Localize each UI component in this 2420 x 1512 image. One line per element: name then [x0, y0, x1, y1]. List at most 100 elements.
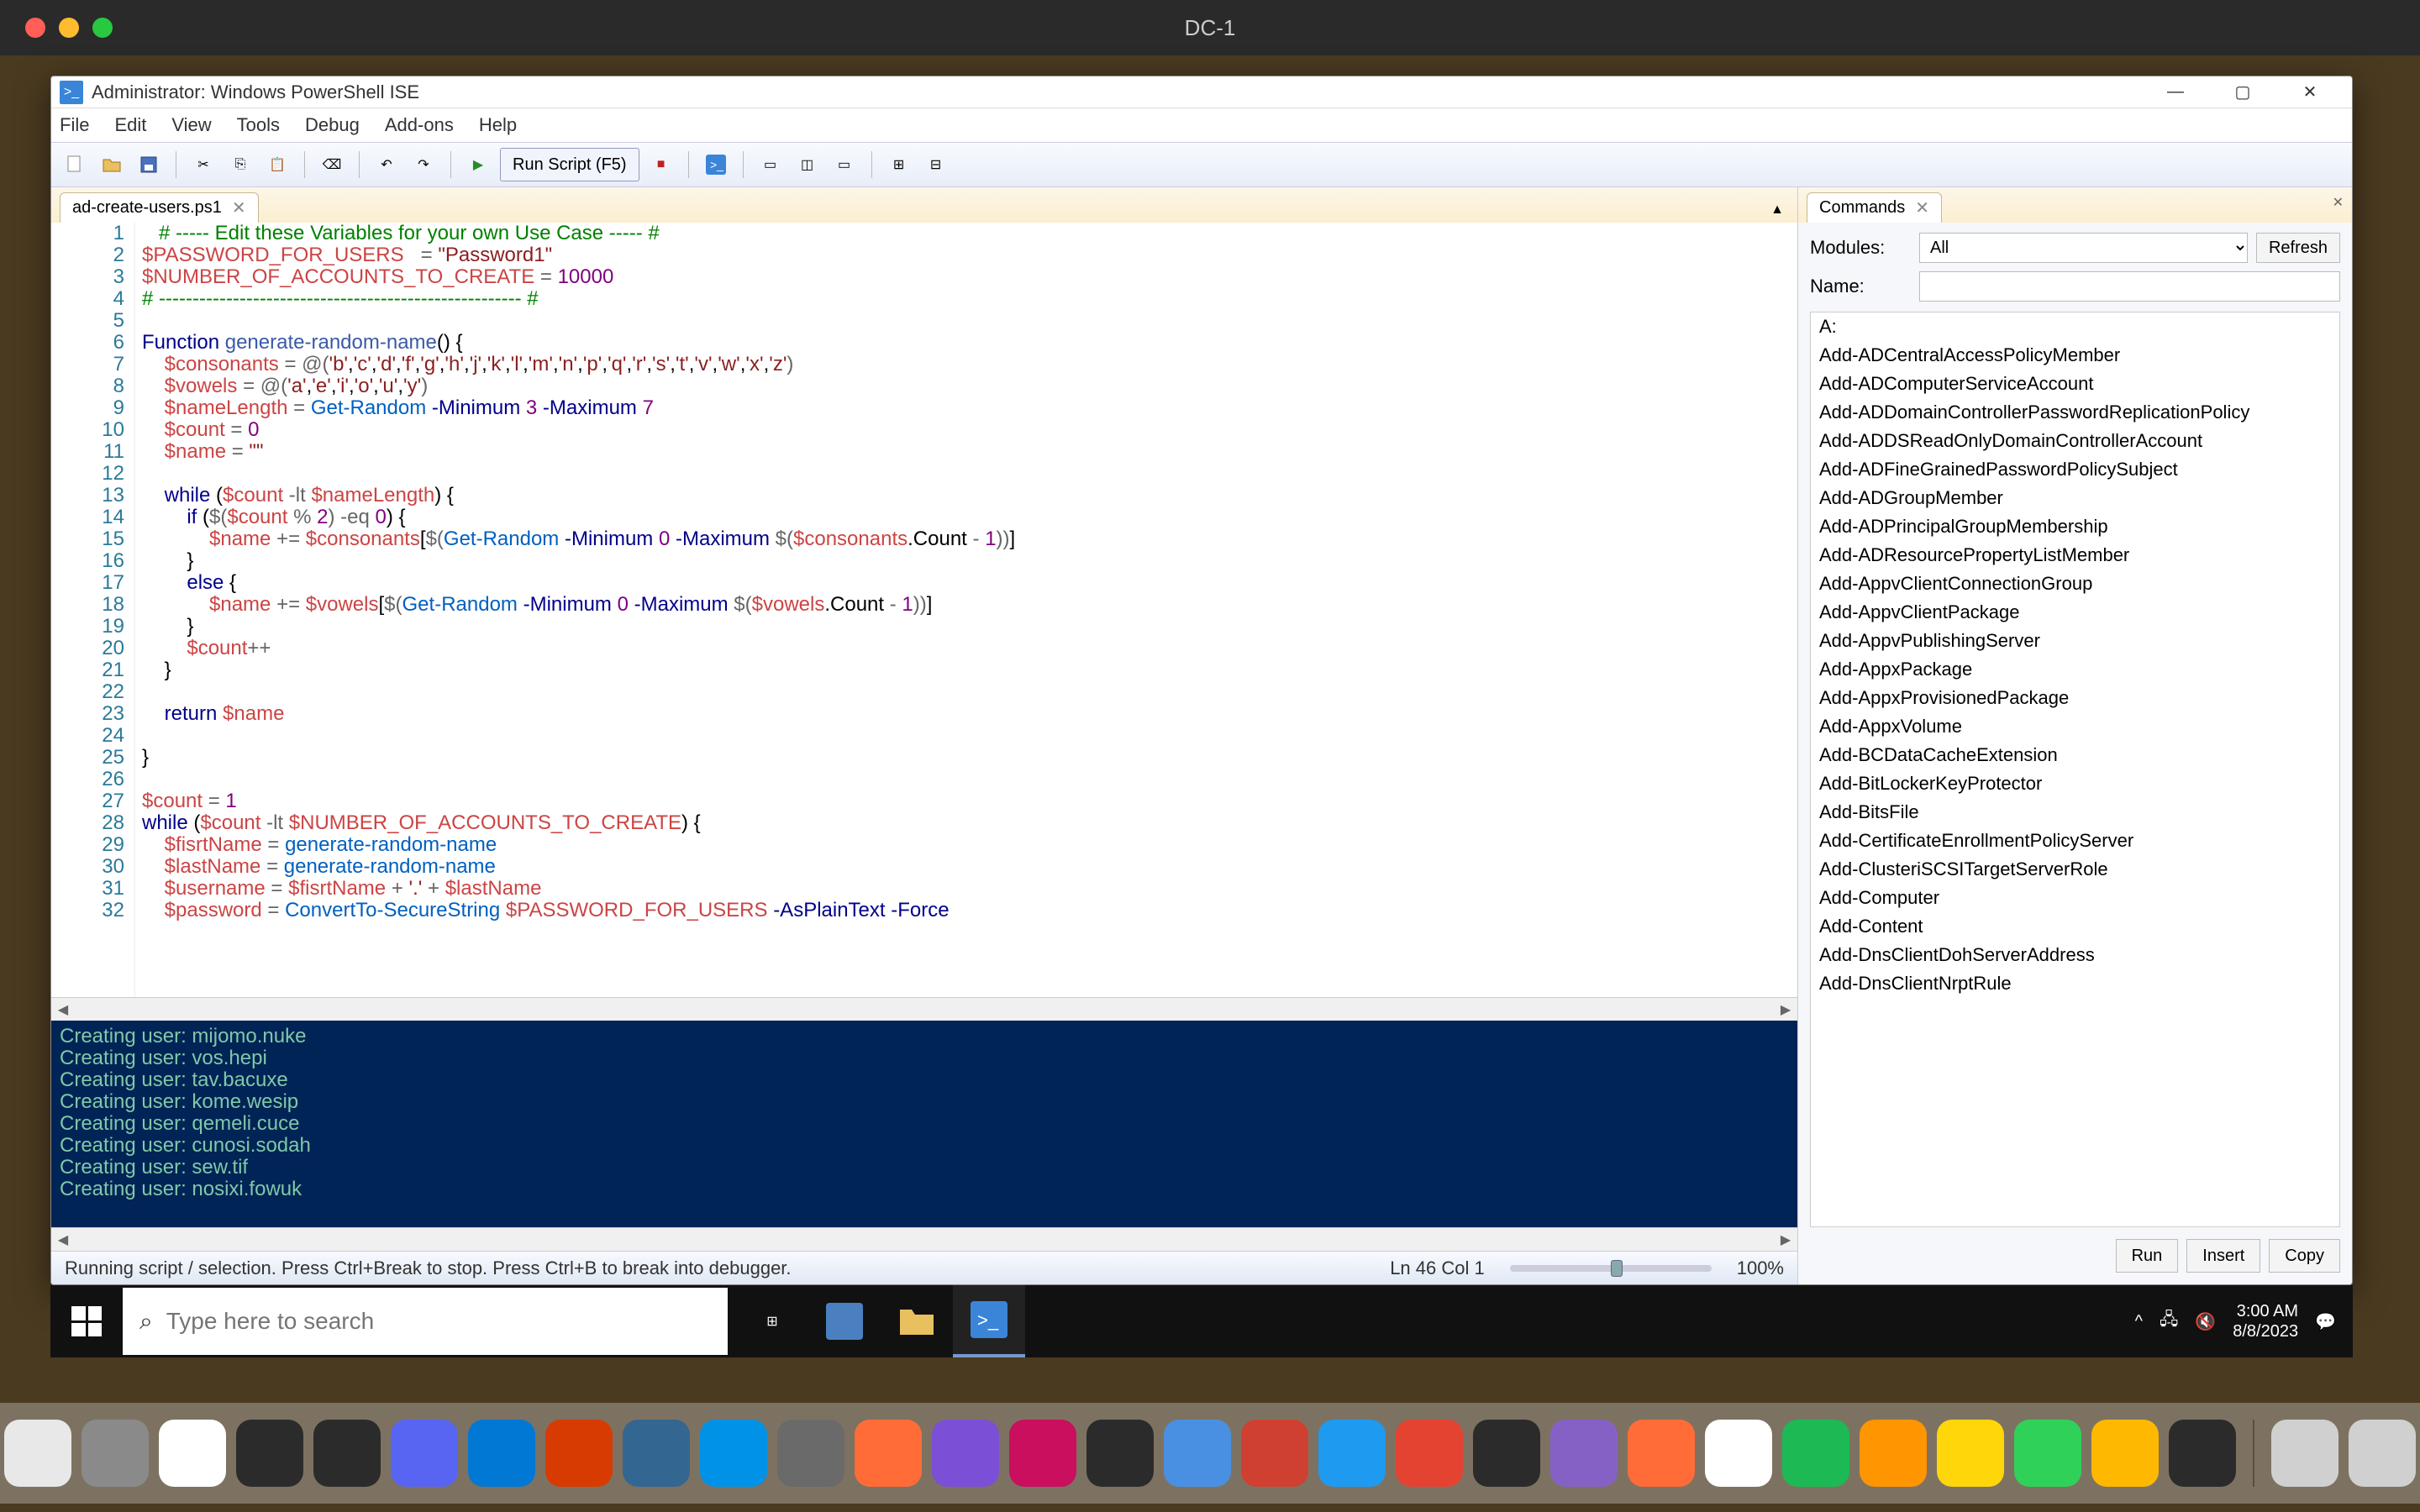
network-icon[interactable]: 🖧 — [2160, 1307, 2178, 1336]
show-addon-icon[interactable]: ⊟ — [921, 150, 951, 180]
editor-tab[interactable]: ad-create-users.ps1 ✕ — [60, 192, 259, 223]
mac-fullscreen-button[interactable] — [92, 18, 113, 38]
menu-help[interactable]: Help — [479, 114, 517, 136]
dock-notes-orange-icon[interactable] — [1860, 1420, 1927, 1487]
dock-visualstudio-icon[interactable] — [1550, 1420, 1618, 1487]
new-file-icon[interactable] — [60, 150, 90, 180]
mac-close-button[interactable] — [25, 18, 45, 38]
show-command-icon[interactable]: ⊞ — [884, 150, 914, 180]
command-list-item[interactable]: Add-Computer — [1811, 884, 2339, 912]
command-list-item[interactable]: Add-CertificateEnrollmentPolicyServer — [1811, 827, 2339, 855]
command-list-item[interactable]: Add-ADCentralAccessPolicyMember — [1811, 341, 2339, 370]
tray-chevron-icon[interactable]: ^ — [2135, 1312, 2143, 1331]
powershell-taskbar-icon[interactable]: >_ — [953, 1285, 1025, 1357]
dock-settings-icon[interactable] — [82, 1420, 149, 1487]
insert-command-button[interactable]: Insert — [2186, 1239, 2260, 1273]
open-file-icon[interactable] — [97, 150, 127, 180]
remote-ps-icon[interactable]: >_ — [701, 150, 731, 180]
maximize-button[interactable]: ▢ — [2209, 76, 2276, 108]
copy-command-button[interactable]: Copy — [2269, 1239, 2340, 1273]
dock-1password-icon[interactable] — [4, 1420, 71, 1487]
command-list-item[interactable]: Add-BitsFile — [1811, 798, 2339, 827]
command-list-item[interactable]: Add-ADFineGrainedPasswordPolicySubject — [1811, 455, 2339, 484]
scroll-up-icon[interactable]: ▲ — [1765, 197, 1789, 223]
dock-rectangle-icon[interactable] — [1164, 1420, 1231, 1487]
dock-remotedesktop-icon[interactable] — [1241, 1420, 1308, 1487]
dock-phpstorm-icon[interactable] — [932, 1420, 999, 1487]
explorer-icon[interactable] — [881, 1285, 953, 1357]
task-view-icon[interactable]: ⊞ — [736, 1285, 808, 1357]
command-list-item[interactable]: Add-DnsClientDohServerAddress — [1811, 941, 2339, 969]
panel-close-icon[interactable]: ✕ — [2333, 194, 2344, 211]
dock-terminal-icon[interactable] — [313, 1420, 381, 1487]
layout-3-icon[interactable]: ▭ — [829, 150, 860, 180]
dock-docker-icon[interactable] — [700, 1420, 767, 1487]
commands-tab[interactable]: Commands ✕ — [1807, 192, 1942, 223]
volume-icon[interactable]: 🔇 — [2195, 1311, 2216, 1332]
taskbar-search[interactable]: ⌕ — [123, 1288, 728, 1355]
command-list-item[interactable]: Add-ADDSReadOnlyDomainControllerAccount — [1811, 427, 2339, 455]
cut-icon[interactable]: ✂ — [188, 150, 218, 180]
command-list-item[interactable]: Add-AppvClientPackage — [1811, 598, 2339, 627]
dock-iterm-icon[interactable] — [2169, 1420, 2236, 1487]
dock-chrome-icon[interactable] — [159, 1420, 226, 1487]
command-list-item[interactable]: Add-ADPrincipalGroupMembership — [1811, 512, 2339, 541]
commands-list[interactable]: A:Add-ADCentralAccessPolicyMemberAdd-ADC… — [1810, 312, 2340, 1227]
redo-icon[interactable]: ↷ — [408, 150, 439, 180]
command-list-item[interactable]: Add-AppxVolume — [1811, 712, 2339, 741]
commands-tab-close-icon[interactable]: ✕ — [1915, 197, 1929, 218]
run-icon[interactable]: ▶ — [463, 150, 493, 180]
paste-icon[interactable]: 📋 — [262, 150, 292, 180]
command-list-item[interactable]: A: — [1811, 312, 2339, 341]
run-script-button[interactable]: Run Script (F5) — [500, 148, 639, 181]
minimize-button[interactable]: — — [2142, 76, 2209, 108]
dock-mamp-icon[interactable] — [777, 1420, 844, 1487]
command-list-item[interactable]: Add-ADGroupMember — [1811, 484, 2339, 512]
dock-downloads-icon[interactable] — [2271, 1420, 2338, 1487]
modules-select[interactable]: All — [1919, 233, 2248, 263]
system-tray[interactable]: ^ 🖧 🔇 3:00 AM 8/8/2023 💬 — [2118, 1301, 2353, 1341]
code-editor[interactable]: 1234567891011121314151617181920212223242… — [51, 223, 1797, 997]
command-list-item[interactable]: Add-ClusteriSCSITargetServerRole — [1811, 855, 2339, 884]
dock-office-icon[interactable] — [545, 1420, 613, 1487]
menu-debug[interactable]: Debug — [305, 114, 360, 136]
notifications-icon[interactable]: 💬 — [2315, 1311, 2336, 1332]
dock-rider-icon[interactable] — [1009, 1420, 1076, 1487]
layout-2-icon[interactable]: ◫ — [792, 150, 823, 180]
dock-messages-icon[interactable] — [2014, 1420, 2081, 1487]
menu-tools[interactable]: Tools — [237, 114, 280, 136]
menu-edit[interactable]: Edit — [114, 114, 146, 136]
tray-clock[interactable]: 3:00 AM 8/8/2023 — [2233, 1301, 2298, 1341]
command-list-item[interactable]: Add-AppxProvisionedPackage — [1811, 684, 2339, 712]
tab-close-icon[interactable]: ✕ — [232, 197, 246, 218]
console-hscrollbar[interactable]: ◀▶ — [51, 1227, 1797, 1251]
menu-addons[interactable]: Add-ons — [385, 114, 454, 136]
command-list-item[interactable]: Add-AppxPackage — [1811, 655, 2339, 684]
command-list-item[interactable]: Add-BCDataCacheExtension — [1811, 741, 2339, 769]
command-list-item[interactable]: Add-ADComputerServiceAccount — [1811, 370, 2339, 398]
dock-safari-icon[interactable] — [1318, 1420, 1386, 1487]
command-list-item[interactable]: Add-ADDomainControllerPasswordReplicatio… — [1811, 398, 2339, 427]
dock-postman2-icon[interactable] — [1628, 1420, 1695, 1487]
dock-postman-icon[interactable] — [855, 1420, 922, 1487]
dock-figma-icon[interactable] — [236, 1420, 303, 1487]
dock-obs-icon[interactable] — [1473, 1420, 1540, 1487]
dock-spotify-icon[interactable] — [1782, 1420, 1849, 1487]
dock-intellij-icon[interactable] — [1086, 1420, 1154, 1487]
command-list-item[interactable]: Add-AppvClientConnectionGroup — [1811, 570, 2339, 598]
server-manager-icon[interactable] — [808, 1285, 881, 1357]
dock-discord-icon[interactable] — [391, 1420, 458, 1487]
console-pane[interactable]: Creating user: mijomo.nukeCreating user:… — [51, 1021, 1797, 1227]
copy-icon[interactable]: ⎘ — [225, 150, 255, 180]
dock-todoist-icon[interactable] — [1396, 1420, 1463, 1487]
dock-documents-icon[interactable] — [2349, 1420, 2416, 1487]
command-list-item[interactable]: Add-ADResourcePropertyListMember — [1811, 541, 2339, 570]
command-list-item[interactable]: Add-AppvPublishingServer — [1811, 627, 2339, 655]
menu-view[interactable]: View — [171, 114, 211, 136]
dock-appstore-icon[interactable] — [2091, 1420, 2159, 1487]
command-list-item[interactable]: Add-DnsClientNrptRule — [1811, 969, 2339, 998]
start-button[interactable] — [50, 1285, 123, 1357]
close-button[interactable]: ✕ — [2276, 76, 2344, 108]
run-command-button[interactable]: Run — [2116, 1239, 2179, 1273]
zoom-slider[interactable] — [1510, 1265, 1712, 1272]
